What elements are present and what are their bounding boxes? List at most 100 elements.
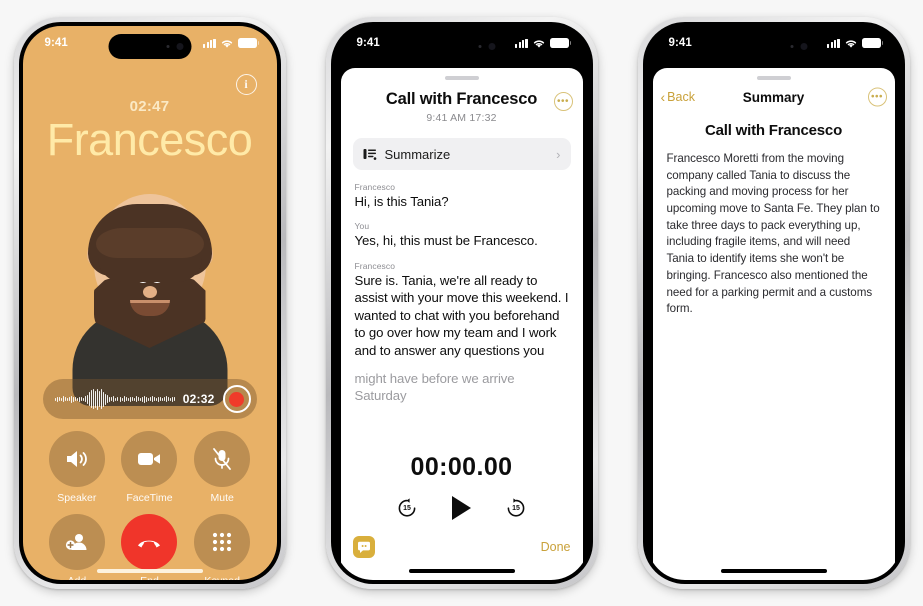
transcript-text: Hi, is this Tania? <box>354 194 449 209</box>
summarize-button[interactable]: Summarize › <box>352 138 571 170</box>
add-person-icon[interactable] <box>48 514 105 570</box>
phone-1-call: 9:41 i 02:47 Francesco 02:32 Speaker Fac… <box>13 17 286 589</box>
screenshot-stage: 9:41 i 02:47 Francesco 02:32 Speaker Fac… <box>0 0 923 606</box>
status-bar-time: 9:41 <box>356 37 380 49</box>
speaker-label: Francesco <box>354 182 396 192</box>
home-indicator[interactable] <box>408 568 515 573</box>
phone-screen: 9:41 <box>22 26 277 580</box>
transcript-text: Sure is. Tania, we're all ready to assis… <box>354 272 569 358</box>
ellipsis-circle-icon[interactable]: ••• <box>553 92 573 111</box>
caller-name: Francesco <box>46 114 253 165</box>
call-meta: 9:41 AM 17:32 <box>426 112 497 124</box>
island-camera-lens <box>176 43 183 50</box>
chevron-left-icon: ‹ <box>660 89 666 105</box>
back-label: Back <box>667 90 695 104</box>
call-control-keypad[interactable]: Keypad <box>194 514 251 580</box>
live-transcript-icon[interactable] <box>352 536 375 558</box>
speaker-label: You <box>354 221 370 232</box>
island-camera-lens <box>488 43 495 50</box>
summarize-icon <box>363 148 376 160</box>
island-sensor-dot <box>166 45 169 48</box>
call-recording-bar[interactable]: 02:32 <box>42 379 257 419</box>
audio-player: 00:00.00 15 15 <box>341 453 583 520</box>
island-sensor-dot <box>478 45 481 48</box>
dynamic-island <box>732 34 815 59</box>
phone-2-transcript: 9:41 Call with Francesco 9:41 AM 17:32 •… <box>325 17 598 589</box>
recording-time: 02:32 <box>182 392 215 406</box>
battery-icon <box>549 38 572 48</box>
transcript-list: Francesco Hi, is this Tania? You Yes, hi… <box>341 170 583 405</box>
end-call-icon[interactable] <box>121 514 178 570</box>
dynamic-island <box>420 34 503 59</box>
memoji-fringe <box>95 228 204 258</box>
ellipsis-circle-icon[interactable]: ••• <box>867 87 887 107</box>
phone-bezel: 9:41 <box>330 22 593 584</box>
keypad-icon[interactable] <box>194 514 251 570</box>
memoji-nose <box>142 286 157 298</box>
cellular-signal-icon <box>203 38 216 48</box>
status-bar-indicators <box>203 38 260 49</box>
transcript-entry: You Yes, hi, this must be Francesco. <box>355 221 569 249</box>
call-control-label: Speaker <box>57 492 97 504</box>
microphone-muted-icon[interactable] <box>194 431 251 487</box>
phone-screen: 9:41 <box>334 26 589 580</box>
transcript-text: Yes, hi, this must be Francesco. <box>354 233 538 249</box>
wifi-icon <box>845 39 856 48</box>
sheet-header: Call with Francesco 9:41 AM 17:32 ••• <box>341 68 583 124</box>
call-control-mute[interactable]: Mute <box>194 431 251 504</box>
status-bar-indicators <box>515 38 572 49</box>
status-bar-indicators <box>827 38 884 49</box>
speaker-label: Francesco <box>354 260 396 271</box>
home-indicator[interactable] <box>720 568 827 573</box>
call-timer: 02:47 <box>129 98 170 115</box>
skip-forward-label: 15 <box>512 504 520 512</box>
status-bar-time: 9:41 <box>668 37 692 49</box>
sheet-footer: Done <box>341 536 583 558</box>
wifi-icon <box>533 39 544 48</box>
call-control-speaker[interactable]: Speaker <box>48 431 105 504</box>
battery-icon <box>237 38 260 48</box>
phone-screen: 9:41 <box>646 26 901 580</box>
call-control-label: Mute <box>210 492 234 504</box>
transcript-entry: Francesco Hi, is this Tania? <box>355 182 569 210</box>
status-bar-time: 9:41 <box>44 37 68 49</box>
battery-icon <box>861 38 884 48</box>
call-control-label: End <box>140 575 159 580</box>
phone-3-summary: 9:41 ‹ Back Summary ••• Call with France… <box>637 17 910 589</box>
done-button[interactable]: Done <box>541 540 571 554</box>
playback-time: 00:00.00 <box>410 453 513 481</box>
info-circle-icon[interactable]: i <box>235 74 257 95</box>
skip-back-15-icon[interactable]: 15 <box>396 497 418 519</box>
call-control-label: Keypad <box>204 575 240 580</box>
audio-waveform <box>54 388 175 410</box>
speaker-icon[interactable] <box>48 431 105 487</box>
video-camera-icon[interactable] <box>121 431 178 487</box>
transcript-sheet: Call with Francesco 9:41 AM 17:32 ••• Su… <box>340 68 583 580</box>
memoji-head <box>87 194 212 348</box>
transcript-entry: Francesco Sure is. Tania, we're all read… <box>355 261 569 405</box>
summary-sheet: ‹ Back Summary ••• Call with Francesco F… <box>652 68 895 580</box>
dynamic-island <box>108 34 191 59</box>
navigation-bar: ‹ Back Summary ••• <box>653 80 895 114</box>
cellular-signal-icon <box>515 38 528 48</box>
call-summary-screen: 9:41 ‹ Back Summary ••• Call with France… <box>646 26 901 580</box>
play-icon[interactable] <box>452 496 471 520</box>
call-control-label: Add <box>67 575 86 580</box>
skip-back-label: 15 <box>403 504 411 512</box>
call-control-facetime[interactable]: FaceTime <box>121 431 178 504</box>
chevron-right-icon: › <box>556 146 561 162</box>
wifi-icon <box>221 39 232 48</box>
record-button-icon[interactable] <box>222 385 251 413</box>
home-indicator[interactable] <box>96 568 203 573</box>
cellular-signal-icon <box>827 38 840 48</box>
active-call-screen: 9:41 i 02:47 Francesco 02:32 Speaker Fac… <box>22 26 277 580</box>
memoji-avatar <box>65 176 235 406</box>
skip-forward-15-icon[interactable]: 15 <box>505 497 527 519</box>
call-controls-grid: Speaker FaceTime Mute <box>41 431 259 580</box>
call-transcript-screen: 9:41 Call with Francesco 9:41 AM 17:32 •… <box>334 26 589 580</box>
page-title: Call with Francesco <box>385 90 538 108</box>
transcript-text-faded: might have before we arrive Saturday <box>354 370 515 404</box>
summarize-label: Summarize <box>384 146 451 162</box>
island-sensor-dot <box>790 45 793 48</box>
back-button[interactable]: ‹ Back <box>661 90 695 104</box>
